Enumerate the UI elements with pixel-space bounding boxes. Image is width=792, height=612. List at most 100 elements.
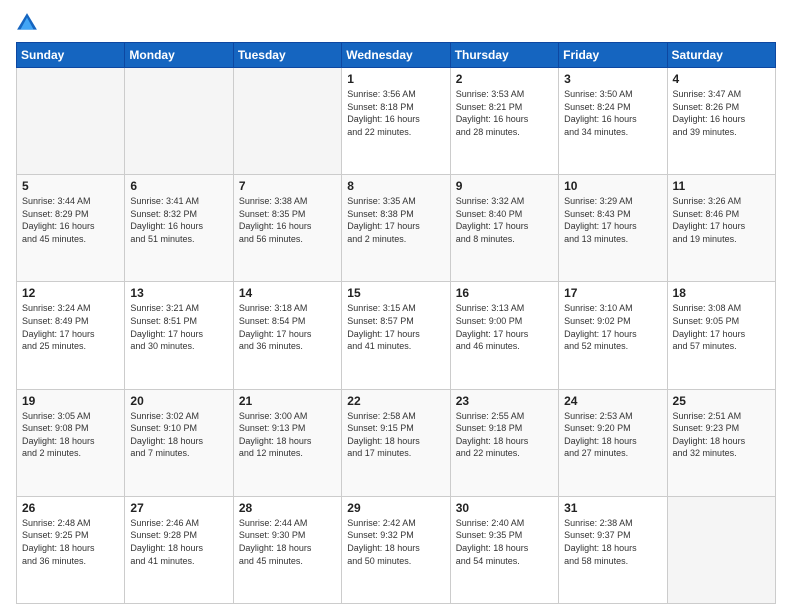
calendar-cell: 10 Sunrise: 3:29 AM Sunset: 8:43 PM Dayli… (559, 175, 667, 282)
logo-icon (16, 12, 38, 34)
calendar-cell: 23 Sunrise: 2:55 AM Sunset: 9:18 PM Dayli… (450, 389, 558, 496)
day-number: 14 (239, 286, 336, 300)
day-info: Sunrise: 2:38 AM Sunset: 9:37 PM Dayligh… (564, 517, 661, 567)
calendar-cell: 18 Sunrise: 3:08 AM Sunset: 9:05 PM Dayli… (667, 282, 775, 389)
calendar-cell: 19Sunrise: 3:05 AM Sunset: 9:08 PM Dayli… (17, 389, 125, 496)
calendar-week-4: 19Sunrise: 3:05 AM Sunset: 9:08 PM Dayli… (17, 389, 776, 496)
calendar-cell: 29Sunrise: 2:42 AM Sunset: 9:32 PM Dayli… (342, 496, 450, 603)
calendar-cell: 12 Sunrise: 3:24 AM Sunset: 8:49 PM Dayli… (17, 282, 125, 389)
day-info: Sunrise: 2:40 AM Sunset: 9:35 PM Dayligh… (456, 517, 553, 567)
calendar-cell: 13 Sunrise: 3:21 AM Sunset: 8:51 PM Dayli… (125, 282, 233, 389)
day-number: 6 (130, 179, 227, 193)
day-number: 30 (456, 501, 553, 515)
day-number: 24 (564, 394, 661, 408)
day-number: 29 (347, 501, 444, 515)
header-tuesday: Tuesday (233, 43, 341, 68)
day-number: 18 (673, 286, 770, 300)
calendar-cell: 7 Sunrise: 3:38 AM Sunset: 8:35 PM Daylig… (233, 175, 341, 282)
day-info: Sunrise: 3:32 AM Sunset: 8:40 PM Dayligh… (456, 195, 553, 245)
calendar-cell: 8Sunrise: 3:35 AM Sunset: 8:38 PM Daylig… (342, 175, 450, 282)
calendar-week-1: 1 Sunrise: 3:56 AM Sunset: 8:18 PM Daylig… (17, 68, 776, 175)
day-number: 19 (22, 394, 119, 408)
header-saturday: Saturday (667, 43, 775, 68)
day-number: 17 (564, 286, 661, 300)
calendar-cell: 17 Sunrise: 3:10 AM Sunset: 9:02 PM Dayli… (559, 282, 667, 389)
day-number: 28 (239, 501, 336, 515)
header-friday: Friday (559, 43, 667, 68)
day-number: 7 (239, 179, 336, 193)
day-number: 11 (673, 179, 770, 193)
day-info: Sunrise: 2:46 AM Sunset: 9:28 PM Dayligh… (130, 517, 227, 567)
header-wednesday: Wednesday (342, 43, 450, 68)
day-info: Sunrise: 3:02 AM Sunset: 9:10 PM Dayligh… (130, 410, 227, 460)
calendar-cell: 26 Sunrise: 2:48 AM Sunset: 9:25 PM Dayli… (17, 496, 125, 603)
calendar-cell: 6Sunrise: 3:41 AM Sunset: 8:32 PM Daylig… (125, 175, 233, 282)
day-info: Sunrise: 3:10 AM Sunset: 9:02 PM Dayligh… (564, 302, 661, 352)
calendar-week-2: 5 Sunrise: 3:44 AM Sunset: 8:29 PM Daylig… (17, 175, 776, 282)
calendar-week-5: 26 Sunrise: 2:48 AM Sunset: 9:25 PM Dayli… (17, 496, 776, 603)
logo (16, 12, 42, 34)
day-info: Sunrise: 3:35 AM Sunset: 8:38 PM Dayligh… (347, 195, 444, 245)
day-number: 22 (347, 394, 444, 408)
day-info: Sunrise: 2:48 AM Sunset: 9:25 PM Dayligh… (22, 517, 119, 567)
day-info: Sunrise: 3:53 AM Sunset: 8:21 PM Dayligh… (456, 88, 553, 138)
day-info: Sunrise: 3:08 AM Sunset: 9:05 PM Dayligh… (673, 302, 770, 352)
calendar-cell: 3 Sunrise: 3:50 AM Sunset: 8:24 PM Daylig… (559, 68, 667, 175)
calendar-header-row: Sunday Monday Tuesday Wednesday Thursday… (17, 43, 776, 68)
calendar-cell: 2 Sunrise: 3:53 AM Sunset: 8:21 PM Daylig… (450, 68, 558, 175)
day-number: 25 (673, 394, 770, 408)
day-info: Sunrise: 3:13 AM Sunset: 9:00 PM Dayligh… (456, 302, 553, 352)
day-info: Sunrise: 3:18 AM Sunset: 8:54 PM Dayligh… (239, 302, 336, 352)
calendar-cell: 11 Sunrise: 3:26 AM Sunset: 8:46 PM Dayli… (667, 175, 775, 282)
day-number: 10 (564, 179, 661, 193)
calendar-cell: 5 Sunrise: 3:44 AM Sunset: 8:29 PM Daylig… (17, 175, 125, 282)
day-info: Sunrise: 3:00 AM Sunset: 9:13 PM Dayligh… (239, 410, 336, 460)
day-number: 13 (130, 286, 227, 300)
day-info: Sunrise: 2:53 AM Sunset: 9:20 PM Dayligh… (564, 410, 661, 460)
day-number: 3 (564, 72, 661, 86)
calendar-cell (125, 68, 233, 175)
day-info: Sunrise: 3:50 AM Sunset: 8:24 PM Dayligh… (564, 88, 661, 138)
day-number: 21 (239, 394, 336, 408)
day-number: 4 (673, 72, 770, 86)
calendar-cell: 25 Sunrise: 2:51 AM Sunset: 9:23 PM Dayli… (667, 389, 775, 496)
calendar-week-3: 12 Sunrise: 3:24 AM Sunset: 8:49 PM Dayli… (17, 282, 776, 389)
calendar-cell: 27 Sunrise: 2:46 AM Sunset: 9:28 PM Dayli… (125, 496, 233, 603)
calendar-cell: 14 Sunrise: 3:18 AM Sunset: 8:54 PM Dayli… (233, 282, 341, 389)
day-info: Sunrise: 2:44 AM Sunset: 9:30 PM Dayligh… (239, 517, 336, 567)
page: Sunday Monday Tuesday Wednesday Thursday… (0, 0, 792, 612)
day-info: Sunrise: 2:55 AM Sunset: 9:18 PM Dayligh… (456, 410, 553, 460)
calendar-cell: 20 Sunrise: 3:02 AM Sunset: 9:10 PM Dayli… (125, 389, 233, 496)
day-info: Sunrise: 3:47 AM Sunset: 8:26 PM Dayligh… (673, 88, 770, 138)
day-number: 2 (456, 72, 553, 86)
calendar-cell: 21 Sunrise: 3:00 AM Sunset: 9:13 PM Dayli… (233, 389, 341, 496)
calendar-cell (17, 68, 125, 175)
day-info: Sunrise: 2:51 AM Sunset: 9:23 PM Dayligh… (673, 410, 770, 460)
day-info: Sunrise: 3:21 AM Sunset: 8:51 PM Dayligh… (130, 302, 227, 352)
day-info: Sunrise: 3:24 AM Sunset: 8:49 PM Dayligh… (22, 302, 119, 352)
day-info: Sunrise: 3:29 AM Sunset: 8:43 PM Dayligh… (564, 195, 661, 245)
calendar-cell: 15 Sunrise: 3:15 AM Sunset: 8:57 PM Dayli… (342, 282, 450, 389)
day-info: Sunrise: 3:44 AM Sunset: 8:29 PM Dayligh… (22, 195, 119, 245)
day-number: 15 (347, 286, 444, 300)
day-info: Sunrise: 3:56 AM Sunset: 8:18 PM Dayligh… (347, 88, 444, 138)
calendar-cell (233, 68, 341, 175)
calendar-cell: 22 Sunrise: 2:58 AM Sunset: 9:15 PM Dayli… (342, 389, 450, 496)
calendar-cell: 9 Sunrise: 3:32 AM Sunset: 8:40 PM Daylig… (450, 175, 558, 282)
day-number: 1 (347, 72, 444, 86)
day-number: 9 (456, 179, 553, 193)
day-info: Sunrise: 3:38 AM Sunset: 8:35 PM Dayligh… (239, 195, 336, 245)
calendar-cell: 24 Sunrise: 2:53 AM Sunset: 9:20 PM Dayli… (559, 389, 667, 496)
day-info: Sunrise: 3:26 AM Sunset: 8:46 PM Dayligh… (673, 195, 770, 245)
day-info: Sunrise: 2:58 AM Sunset: 9:15 PM Dayligh… (347, 410, 444, 460)
day-number: 23 (456, 394, 553, 408)
day-number: 26 (22, 501, 119, 515)
calendar-cell: 1 Sunrise: 3:56 AM Sunset: 8:18 PM Daylig… (342, 68, 450, 175)
day-number: 27 (130, 501, 227, 515)
calendar-cell: 4 Sunrise: 3:47 AM Sunset: 8:26 PM Daylig… (667, 68, 775, 175)
calendar-table: Sunday Monday Tuesday Wednesday Thursday… (16, 42, 776, 604)
day-number: 5 (22, 179, 119, 193)
day-number: 20 (130, 394, 227, 408)
day-info: Sunrise: 3:15 AM Sunset: 8:57 PM Dayligh… (347, 302, 444, 352)
day-number: 12 (22, 286, 119, 300)
